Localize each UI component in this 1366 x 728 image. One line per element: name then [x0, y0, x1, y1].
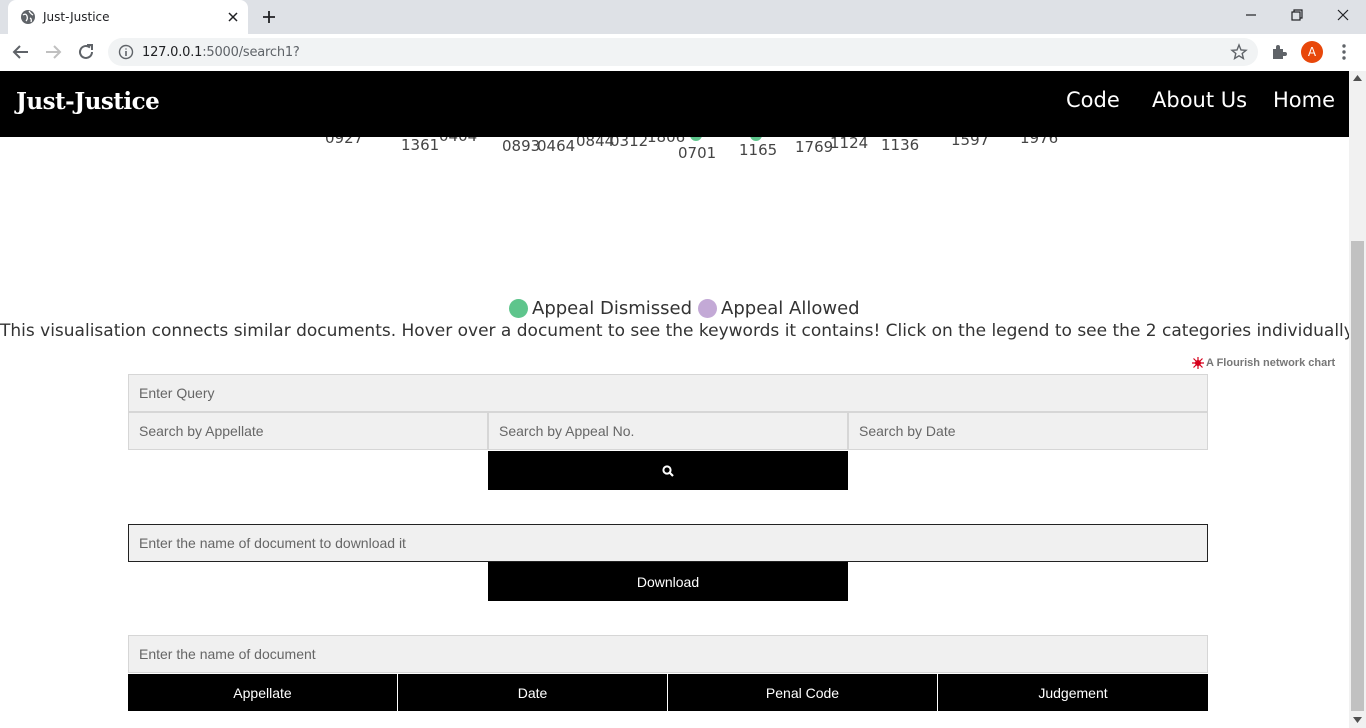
credit-text: A Flourish network chart — [1206, 357, 1336, 369]
column-header-date: Date — [398, 674, 667, 711]
back-arrow-icon[interactable] — [12, 43, 30, 61]
url-text: 127.0.0.1:5000/search1? — [142, 45, 300, 60]
node-label[interactable]: 1165 — [739, 141, 777, 159]
browser-tab-strip: Just-Justice — [0, 0, 1366, 34]
brand-logo[interactable]: Just-Justice — [16, 88, 160, 115]
page-scrollbar[interactable] — [1349, 71, 1366, 728]
nav-link-home[interactable]: Home — [1273, 88, 1335, 112]
profile-avatar[interactable]: A — [1301, 41, 1323, 63]
chart-caption: This visualisation connects similar docu… — [0, 321, 1349, 341]
node-label[interactable]: 1136 — [881, 136, 919, 154]
nav-link-code[interactable]: Code — [1066, 88, 1120, 112]
page-content: 0927 1361 0404 0893 0464 0844 0312 1806 … — [0, 71, 1349, 728]
site-info-icon[interactable] — [118, 44, 134, 60]
restore-icon[interactable] — [1289, 7, 1305, 23]
legend-swatch-green — [509, 298, 528, 318]
download-document-input[interactable] — [128, 524, 1208, 562]
column-header-penal-code: Penal Code — [668, 674, 937, 711]
extensions-puzzle-icon[interactable] — [1270, 43, 1288, 61]
node-label[interactable]: 1361 — [401, 136, 439, 154]
node-label[interactable]: 1769 — [795, 138, 833, 156]
close-tab-icon[interactable] — [225, 9, 241, 25]
appellate-search-input[interactable] — [128, 412, 488, 450]
bookmark-star-icon[interactable] — [1230, 43, 1248, 61]
address-bar[interactable]: 127.0.0.1:5000/search1? — [108, 38, 1258, 66]
node-label[interactable]: 0701 — [678, 144, 716, 162]
chart-legend: Appeal Dismissed Appeal Allowed — [509, 297, 860, 319]
download-button[interactable]: Download — [488, 562, 848, 601]
column-header-appellate: Appellate — [128, 674, 397, 711]
more-vert-icon[interactable] — [1336, 43, 1352, 61]
date-search-input[interactable] — [848, 412, 1208, 450]
scrollbar-thumb[interactable] — [1351, 241, 1364, 711]
node-label[interactable]: 0893 — [502, 137, 540, 155]
node-label[interactable]: 0464 — [537, 137, 575, 155]
url-host: 127.0.0.1 — [142, 45, 203, 60]
globe-icon — [21, 10, 35, 24]
flourish-credit-link[interactable]: A Flourish network chart — [1192, 357, 1335, 369]
legend-label: Appeal Dismissed — [532, 297, 693, 319]
browser-toolbar: 127.0.0.1:5000/search1? A — [0, 34, 1366, 72]
browser-tab[interactable]: Just-Justice — [8, 0, 248, 34]
tab-title: Just-Justice — [43, 10, 110, 24]
minimize-icon[interactable] — [1243, 7, 1259, 23]
appeal-no-search-input[interactable] — [488, 412, 848, 450]
legend-swatch-purple — [698, 298, 718, 318]
legend-label: Appeal Allowed — [721, 297, 860, 319]
nav-link-about-us[interactable]: About Us — [1152, 88, 1247, 112]
column-header-judgement: Judgement — [938, 674, 1208, 711]
flourish-logo-icon — [1192, 357, 1204, 369]
scroll-down-arrow-icon[interactable] — [1353, 717, 1362, 723]
legend-item-appeal-dismissed[interactable]: Appeal Dismissed — [509, 298, 692, 319]
new-tab-icon[interactable] — [261, 9, 277, 25]
search-icon — [662, 464, 674, 477]
close-window-icon[interactable] — [1335, 7, 1351, 23]
scroll-up-arrow-icon[interactable] — [1353, 75, 1362, 81]
document-name-input[interactable] — [128, 635, 1208, 673]
url-path: :5000/search1? — [202, 45, 300, 60]
search-button[interactable] — [488, 451, 848, 490]
forward-arrow-icon[interactable] — [44, 43, 62, 61]
legend-item-appeal-allowed[interactable]: Appeal Allowed — [698, 298, 860, 319]
query-input[interactable] — [128, 374, 1208, 412]
site-navbar: Just-Justice Code About Us Home — [0, 71, 1349, 137]
reload-icon[interactable] — [77, 43, 95, 61]
